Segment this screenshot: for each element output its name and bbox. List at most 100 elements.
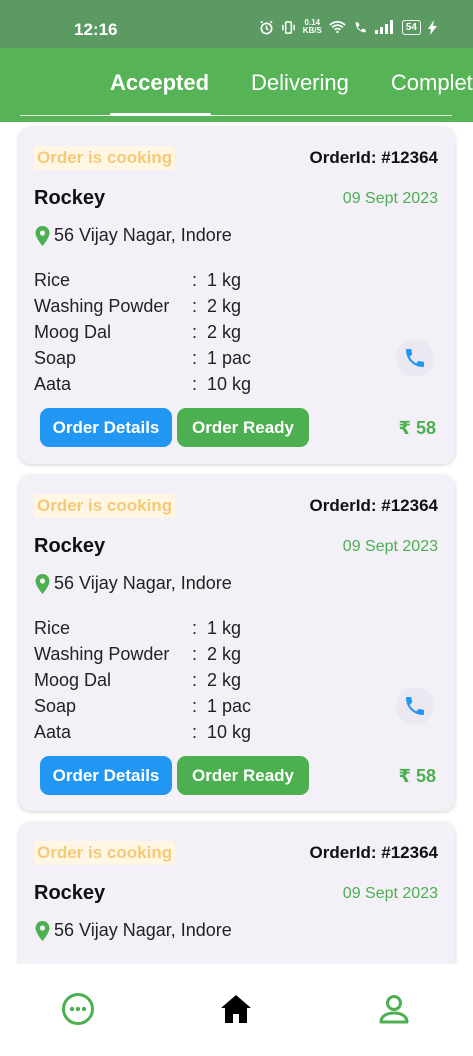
- tab-divider: [20, 115, 452, 116]
- call-button[interactable]: [396, 339, 434, 377]
- order-price: ₹ 58: [398, 418, 436, 438]
- item-name: Soap: [34, 695, 77, 716]
- item-row: Washing Powder:2 kg: [34, 293, 294, 319]
- item-name: Rice: [34, 617, 71, 638]
- nav-profile-button[interactable]: [377, 992, 411, 1026]
- order-date: 09 Sept 2023: [342, 885, 438, 902]
- tab-header: Accepted Delivering Completed: [0, 48, 473, 122]
- status-bar: 12:16 0.14 KB/S 54: [0, 0, 473, 48]
- charging-icon: [428, 19, 437, 35]
- order-details-button[interactable]: Order Details: [40, 756, 172, 795]
- item-separator: :: [192, 373, 198, 394]
- phone-icon: [406, 349, 424, 367]
- item-row: Aata:10 kg: [34, 719, 294, 745]
- order-id: OrderId: #12364: [309, 496, 438, 515]
- order-status-label: Order is cooking: [34, 146, 176, 170]
- order-status-label: Order is cooking: [34, 494, 176, 518]
- customer-name: Rockey: [34, 535, 106, 557]
- alarm-icon: [260, 20, 273, 34]
- item-qty: 10 kg: [207, 721, 252, 742]
- delivery-address: 56 Vijay Nagar, Indore: [35, 573, 232, 594]
- active-tab-indicator: [110, 113, 211, 116]
- order-list[interactable]: Order is cooking OrderId: #12364 Rockey …: [0, 122, 473, 964]
- item-row: Washing Powder:2 kg: [34, 641, 294, 667]
- wifi-icon: [329, 21, 346, 34]
- customer-name: Rockey: [34, 882, 106, 904]
- order-ready-button[interactable]: Order Ready: [177, 756, 309, 795]
- call-button[interactable]: [396, 687, 434, 725]
- item-row: Moog Dal:2 kg: [34, 667, 294, 693]
- item-separator: :: [192, 321, 198, 342]
- item-row: Soap:1 pac: [34, 345, 294, 371]
- order-date: 09 Sept 2023: [342, 190, 438, 207]
- order-id: OrderId: #12364: [309, 843, 438, 862]
- tab-bar: Accepted Delivering Completed: [110, 70, 473, 96]
- delivery-address: 56 Vijay Nagar, Indore: [35, 920, 232, 941]
- item-separator: :: [192, 347, 198, 368]
- item-separator: :: [192, 721, 198, 742]
- order-details-button[interactable]: Order Details: [40, 408, 172, 447]
- customer-name: Rockey: [34, 187, 106, 209]
- home-icon: [221, 995, 251, 1023]
- location-pin-icon: [35, 920, 50, 941]
- order-id: OrderId: #12364: [309, 148, 438, 167]
- location-pin-icon: [35, 225, 50, 246]
- address-text: 56 Vijay Nagar, Indore: [54, 573, 232, 593]
- order-status-label: Order is cooking: [34, 841, 176, 865]
- phone-icon: [406, 697, 424, 715]
- more-circle-icon: [62, 993, 94, 1025]
- item-list: Rice:1 kg Washing Powder:2 kg Moog Dal:2…: [34, 615, 294, 745]
- item-separator: :: [192, 295, 198, 316]
- net-speed-unit: KB/S: [302, 26, 322, 35]
- item-name: Soap: [34, 347, 77, 368]
- tab-delivering[interactable]: Delivering: [251, 70, 349, 96]
- order-card: Order is cooking OrderId: #12364 Rockey …: [19, 475, 455, 811]
- item-name: Aata: [34, 721, 72, 742]
- item-name: Moog Dal: [34, 669, 112, 690]
- profile-icon: [379, 995, 409, 1024]
- item-separator: :: [192, 695, 198, 716]
- item-separator: :: [192, 643, 198, 664]
- item-qty: 1 kg: [207, 269, 242, 290]
- order-ready-button[interactable]: Order Ready: [177, 408, 309, 447]
- item-list: Rice:1 kg Washing Powder:2 kg Moog Dal:2…: [34, 267, 294, 397]
- tab-completed[interactable]: Completed: [391, 70, 473, 96]
- item-qty: 2 kg: [207, 643, 242, 664]
- order-price: ₹ 58: [398, 766, 436, 786]
- nav-home-button[interactable]: [219, 992, 253, 1026]
- battery-indicator: 54: [401, 19, 421, 35]
- item-row: Aata:10 kg: [34, 371, 294, 397]
- item-name: Aata: [34, 373, 72, 394]
- item-qty: 2 kg: [207, 321, 242, 342]
- item-name: Rice: [34, 269, 71, 290]
- item-row: Moog Dal:2 kg: [34, 319, 294, 345]
- item-separator: :: [192, 669, 198, 690]
- wifi-call-icon: [355, 21, 366, 32]
- item-qty: 10 kg: [207, 373, 252, 394]
- item-name: Washing Powder: [34, 643, 170, 664]
- vibrate-icon: [281, 20, 295, 34]
- item-qty: 1 kg: [207, 617, 242, 638]
- location-pin-icon: [35, 573, 50, 594]
- order-card: Order is cooking OrderId: #12364 Rockey …: [19, 822, 455, 964]
- order-date: 09 Sept 2023: [342, 538, 438, 555]
- status-icons: 0.14 KB/S 54: [259, 19, 437, 35]
- item-name: Moog Dal: [34, 321, 112, 342]
- tab-accepted[interactable]: Accepted: [110, 70, 209, 96]
- item-qty: 2 kg: [207, 669, 242, 690]
- address-text: 56 Vijay Nagar, Indore: [54, 920, 232, 940]
- item-qty: 2 kg: [207, 295, 242, 316]
- order-card: Order is cooking OrderId: #12364 Rockey …: [19, 127, 455, 464]
- nav-more-button[interactable]: [61, 992, 95, 1026]
- address-text: 56 Vijay Nagar, Indore: [54, 225, 232, 245]
- item-qty: 1 pac: [207, 695, 252, 716]
- item-row: Soap:1 pac: [34, 693, 294, 719]
- item-qty: 1 pac: [207, 347, 252, 368]
- item-name: Washing Powder: [34, 295, 170, 316]
- item-row: Rice:1 kg: [34, 267, 294, 293]
- signal-icon: [374, 20, 393, 34]
- item-row: Rice:1 kg: [34, 615, 294, 641]
- bottom-nav: [0, 964, 473, 1056]
- item-separator: :: [192, 269, 198, 290]
- delivery-address: 56 Vijay Nagar, Indore: [35, 225, 232, 246]
